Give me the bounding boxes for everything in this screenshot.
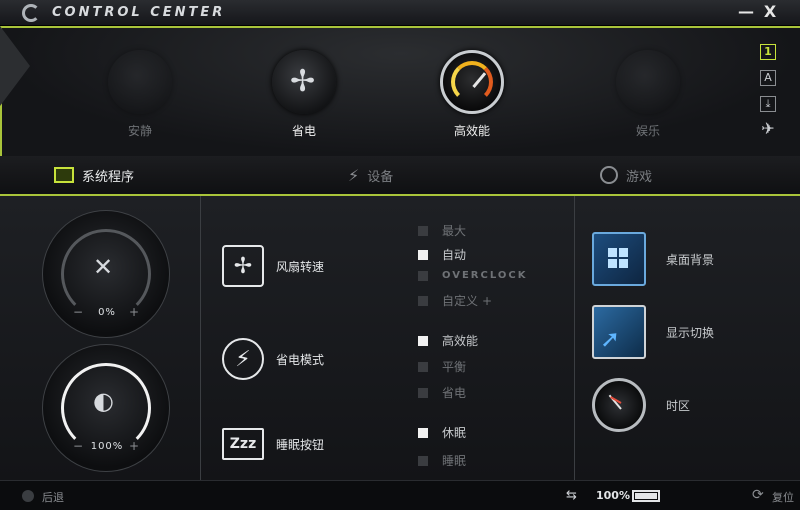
brightness-knob[interactable]: ◐ − 100% + [42,344,170,472]
plug-icon: ⚡ [348,165,360,185]
fan-increase-button[interactable]: + [129,305,139,319]
gauge-icon [440,50,504,114]
checkbox[interactable] [418,225,428,236]
back-button[interactable]: 后退 [42,489,64,505]
windows-logo-icon [592,232,646,286]
mode-power-saving-label: 省电 [291,124,316,138]
crosshair-icon [616,50,680,114]
tab-bar: 系统程序 ⚡ 设备 游戏 [0,156,800,196]
monitor-icon [54,167,74,183]
power-mode-feature[interactable]: ⚡ 省电模式 [222,338,324,380]
desktop-background-label: 桌面背景 [666,252,715,267]
battery-icon [632,490,660,502]
fan-speed-knob[interactable]: ✕ − 0% + [42,210,170,338]
mode-high-performance[interactable]: 高效能 [432,50,512,139]
checkbox[interactable] [418,249,428,260]
desktop-background-tile[interactable]: 桌面背景 [592,232,714,286]
app-logo-icon [22,4,40,22]
sleep-option-hibernate-label: 休眠 [442,426,467,440]
fan-option-max[interactable]: 最大 [418,222,466,239]
brightness-increase-button[interactable]: + [129,439,139,453]
steering-wheel-icon [600,166,618,184]
profile-icon-column: 1 A ⤓ ✈ [760,44,778,148]
checkbox[interactable] [418,455,428,466]
checkbox[interactable] [418,427,428,438]
reset-button[interactable]: 复位 [772,489,794,505]
tab-system[interactable]: 系统程序 [54,162,134,188]
fan-option-auto[interactable]: 自动 [418,246,466,263]
fan-icon: ✢ [222,245,264,287]
app-title: CONTROL CENTER [52,5,226,20]
status-bar: 后退 ⇆ 100% ⟳ 复位 [0,480,800,510]
speaker-icon [108,50,172,114]
tab-system-label: 系统程序 [82,169,135,185]
fan-speed-label: 风扇转速 [276,259,325,274]
download-icon[interactable]: ⤓ [760,96,776,112]
sleep-option-sleep-label: 睡眠 [442,454,467,468]
power-option-balanced[interactable]: 平衡 [418,358,466,375]
sleep-button-feature[interactable]: Zzz 睡眠按钮 [222,428,324,460]
checkbox[interactable] [418,270,428,281]
fan-option-overclock[interactable]: OVERCLOCK [418,270,527,281]
divider [574,196,575,480]
panel-wedge [0,26,30,106]
brightness-icon: ◐ [93,387,114,415]
battery-level [635,493,657,499]
mode-quiet-label: 安静 [127,124,152,138]
fan-option-custom[interactable]: 自定义 + [418,292,492,309]
fan-speed-feature[interactable]: ✢ 风扇转速 [222,245,324,287]
fan-icon: ✢ [272,50,336,114]
back-icon[interactable] [22,490,34,502]
tab-device[interactable]: ⚡ 设备 [348,162,393,188]
tab-game[interactable]: 游戏 [600,162,652,188]
clock-icon [592,378,646,432]
fan-option-max-label: 最大 [442,224,467,238]
title-bar: CONTROL CENTER — X [0,0,800,26]
ac-plug-icon: ⇆ [566,488,577,503]
display-switch-tile[interactable]: ➚ 显示切换 [592,305,714,359]
fan-option-custom-label: 自定义 [442,294,479,308]
fan-speed-value: 0% [98,307,116,318]
close-button[interactable]: X [760,2,780,21]
checkbox[interactable] [418,295,428,306]
tab-game-label: 游戏 [626,169,653,185]
timezone-label: 时区 [666,398,691,413]
checkbox[interactable] [418,361,428,372]
power-option-saving[interactable]: 省电 [418,384,466,401]
airplane-icon[interactable]: ✈ [760,121,776,138]
tab-device-label: 设备 [367,169,394,185]
fan-x-icon: ✕ [93,253,114,281]
minimize-button[interactable]: — [736,2,756,21]
mode-entertainment-label: 娱乐 [635,124,660,138]
sleep-option-hibernate[interactable]: 休眠 [418,424,466,441]
mode-entertainment[interactable]: 娱乐 [608,50,688,139]
brightness-value: 100% [90,441,124,452]
add-icon[interactable]: + [482,294,492,308]
display-switch-icon: ➚ [592,305,646,359]
power-option-balanced-label: 平衡 [442,360,467,374]
checkbox[interactable] [418,387,428,398]
fan-option-auto-label: 自动 [442,248,467,262]
power-option-saving-label: 省电 [442,386,467,400]
profile-1-icon[interactable]: 1 [760,44,776,60]
sleep-option-sleep[interactable]: 睡眠 [418,452,466,469]
profile-a-icon[interactable]: A [760,70,776,86]
timezone-tile[interactable]: 时区 [592,378,690,432]
sleep-button-label: 睡眠按钮 [276,437,325,452]
power-option-high[interactable]: 高效能 [418,332,478,349]
mode-power-saving[interactable]: ✢ 省电 [264,50,344,139]
battery-percent: 100% [596,489,630,502]
mode-high-performance-label: 高效能 [453,124,490,138]
divider [200,196,201,480]
fan-option-overclock-label: OVERCLOCK [442,270,528,281]
checkbox[interactable] [418,335,428,346]
sleep-icon: Zzz [222,428,264,460]
display-switch-label: 显示切换 [666,325,715,340]
power-mode-label: 省电模式 [276,352,325,367]
reset-icon[interactable]: ⟳ [752,487,764,503]
mode-quiet[interactable]: 安静 [100,50,180,139]
power-plug-icon: ⚡ [222,338,264,380]
power-option-high-label: 高效能 [442,334,479,348]
